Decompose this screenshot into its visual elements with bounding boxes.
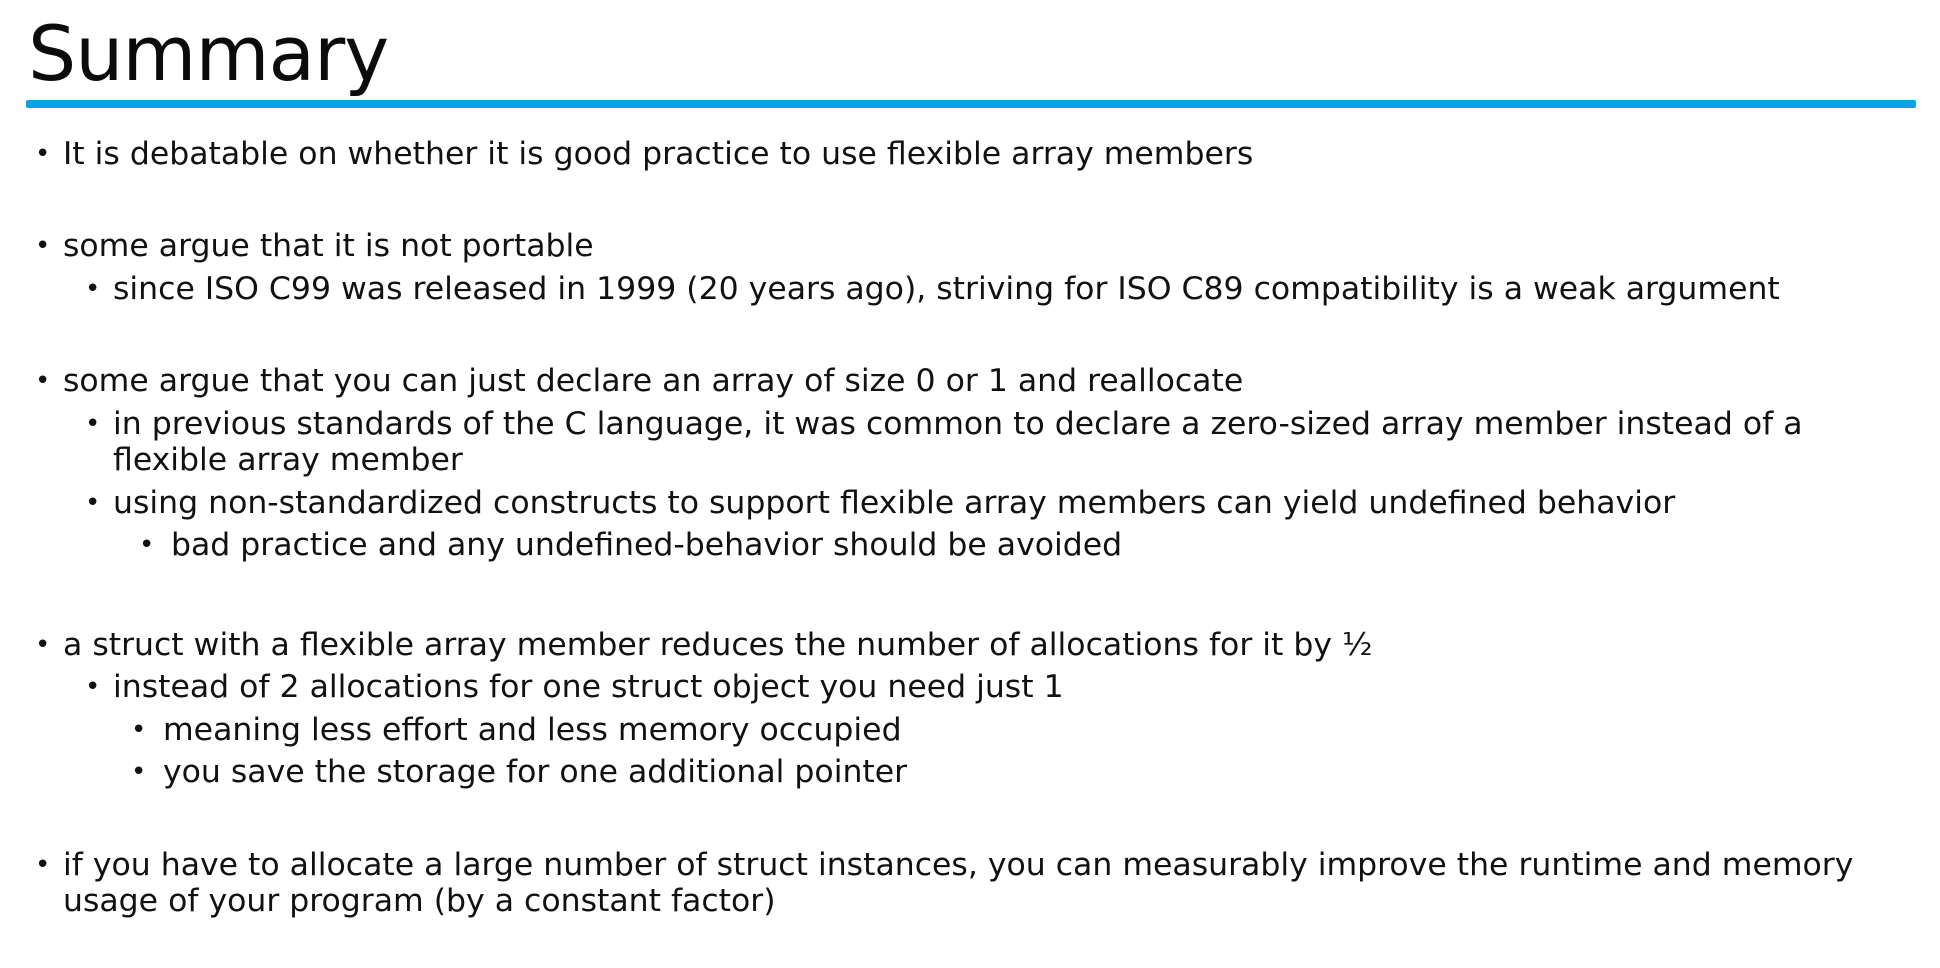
bullet-icon: • (85, 672, 101, 702)
bullet-item: • a struct with a flexible array member … (35, 627, 1903, 663)
bullet-text: meaning less effort and less memory occu… (163, 712, 902, 748)
sub-bullet-item: • instead of 2 allocations for one struc… (85, 669, 1903, 705)
sub-sub-bullet-item: • bad practice and any undefined-behavio… (139, 527, 1901, 563)
bullet-text: if you have to allocate a large number o… (63, 847, 1854, 919)
bullet-text: It is debatable on whether it is good pr… (63, 136, 1254, 172)
bullet-text: some argue that it is not portable (63, 228, 594, 264)
bullet-item: • It is debatable on whether it is good … (35, 136, 1903, 172)
bullet-item: • some argue that you can just declare a… (35, 363, 1903, 399)
bullet-item: • if you have to allocate a large number… (35, 847, 1903, 919)
bullet-text: you save the storage for one additional … (163, 754, 908, 790)
bullet-icon: • (131, 715, 147, 745)
bullet-icon: • (85, 274, 101, 304)
sub-bullet-item: • using non-standardized constructs to s… (85, 485, 1903, 521)
sub-bullet-item: • since ISO C99 was released in 1999 (20… (85, 271, 1903, 307)
sub-sub-bullet-item: • you save the storage for one additiona… (131, 754, 1903, 790)
bullet-item: • some argue that it is not portable (35, 228, 1903, 264)
bullet-icon: • (35, 850, 51, 880)
bullet-text: some argue that you can just declare an … (63, 363, 1244, 399)
bullet-icon: • (131, 757, 147, 787)
bullet-text: bad practice and any undefined-behavior … (171, 527, 1123, 563)
slide-body: • It is debatable on whether it is good … (0, 0, 1940, 968)
bullet-icon: • (85, 409, 101, 439)
bullet-text: a struct with a flexible array member re… (63, 627, 1373, 663)
sub-bullet-item: • in previous standards of the C languag… (85, 406, 1903, 478)
bullet-icon: • (139, 530, 155, 560)
bullet-icon: • (85, 488, 101, 518)
bullet-icon: • (35, 231, 51, 261)
bullet-text: in previous standards of the C language,… (113, 406, 1803, 478)
bullet-icon: • (35, 630, 51, 660)
bullet-text: since ISO C99 was released in 1999 (20 y… (113, 271, 1780, 307)
bullet-text: instead of 2 allocations for one struct … (113, 669, 1064, 705)
sub-sub-bullet-item: • meaning less effort and less memory oc… (131, 712, 1903, 748)
bullet-text: using non-standardized constructs to sup… (113, 485, 1676, 521)
bullet-icon: • (35, 366, 51, 396)
bullet-icon: • (35, 139, 51, 169)
